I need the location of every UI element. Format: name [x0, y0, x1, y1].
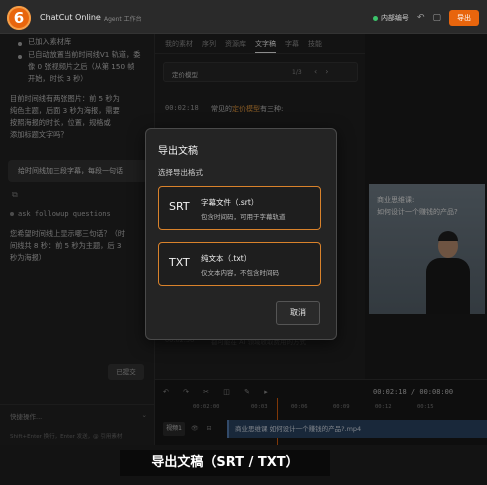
export-option-txt[interactable]: TXT 纯文本（.txt） 仅文本内容，不包含时间码 [158, 242, 321, 286]
format-title: 字幕文件（.srt） [201, 198, 259, 207]
export-option-srt[interactable]: SRT 字幕文件（.srt） 包含时间码，可用于字幕轨道 [158, 186, 321, 230]
format-code: TXT [169, 256, 190, 269]
export-transcript-dialog: 导出文稿 选择导出格式 SRT 字幕文件（.srt） 包含时间码，可用于字幕轨道… [145, 128, 337, 340]
format-title: 纯文本（.txt） [201, 254, 252, 263]
app-title: ChatCut Online [40, 13, 101, 22]
step-caption: 导出文稿（SRT / TXT） [120, 450, 330, 476]
app-subtitle: Agent 工作台 [104, 16, 142, 23]
dialog-subtitle: 选择导出格式 [158, 168, 203, 177]
export-button[interactable]: 导出 [449, 10, 479, 26]
cancel-button[interactable]: 取消 [276, 301, 320, 325]
format-description: 仅文本内容，不包含时间码 [201, 269, 279, 277]
top-bar: 6 ChatCut Online Agent 工作台 内部编号 ↶ ▢ 导出 [0, 0, 487, 34]
status-dot-icon [372, 15, 378, 21]
undo-icon[interactable]: ↶ [417, 13, 425, 23]
format-code: SRT [169, 200, 190, 213]
step-badge: 6 [7, 6, 31, 30]
internal-number-toggle[interactable]: 内部编号 [372, 13, 409, 23]
settings-icon[interactable]: ▢ [432, 13, 441, 23]
format-description: 包含时间码，可用于字幕轨道 [201, 213, 286, 221]
top-right-controls: 内部编号 ↶ ▢ 导出 [372, 10, 479, 26]
dialog-title: 导出文稿 [158, 146, 198, 157]
internal-number-label: 内部编号 [380, 14, 409, 22]
